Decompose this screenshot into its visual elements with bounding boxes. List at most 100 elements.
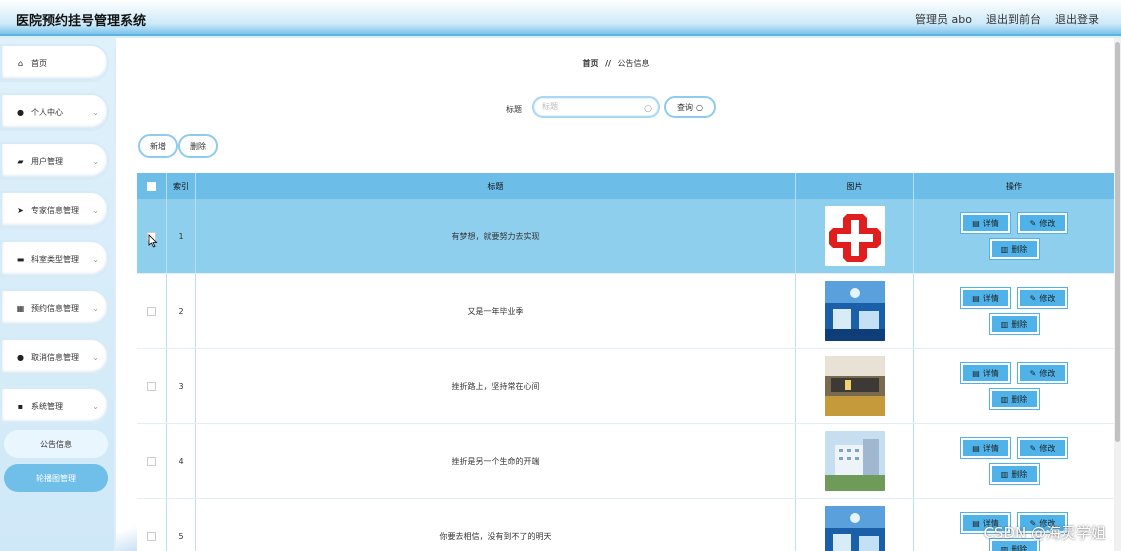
table-row[interactable]: 3 挫折路上，坚持常在心间 ▤ 详情 ✎ 修改 ▥ 删除	[137, 349, 1114, 424]
sidebar-item-label: 系统管理	[31, 401, 63, 411]
edit-button[interactable]: ✎ 修改	[1017, 212, 1068, 234]
trash-icon: ▥	[1000, 469, 1009, 479]
delete-button[interactable]: ▥ 删除	[988, 313, 1040, 335]
logout-link[interactable]: 退出登录	[1055, 11, 1099, 27]
scrollbar-thumb[interactable]	[1115, 42, 1120, 442]
row-image-cell	[796, 499, 914, 551]
row-operations: ▤ 详情 ✎ 修改 ▥ 删除	[914, 424, 1114, 498]
row-image-cell	[796, 424, 914, 498]
table-row[interactable]: 2 又是一年毕业季 ▤ 详情 ✎ 修改 ▥ 删除	[137, 274, 1114, 349]
edit-button-label: 修改	[1039, 293, 1056, 303]
edit-button[interactable]: ✎ 修改	[1017, 437, 1068, 459]
row-checkbox[interactable]	[147, 456, 156, 466]
delete-button-label: 删除	[1011, 394, 1028, 404]
sidebar-item-home[interactable]: ⌂ 首页	[0, 44, 109, 82]
breadcrumb-separator: //	[605, 59, 611, 68]
exit-to-frontend-link[interactable]: 退出到前台	[986, 11, 1041, 27]
batch-delete-button[interactable]: 删除	[178, 134, 218, 158]
table-row[interactable]: 1 有梦想，就要努力去实现 ▤ 详情 ✎ 修改 ▥ 删除	[137, 199, 1114, 274]
search-placeholder: 标题	[542, 102, 558, 111]
sidebar-item-system-management[interactable]: ▪ 系统管理 ⌄	[0, 387, 109, 425]
trash-icon: ▥	[1000, 319, 1009, 329]
detail-button-label: 详情	[982, 293, 999, 303]
sidebar-item-department-types[interactable]: ▬ 科室类型管理 ⌄	[0, 240, 109, 278]
sidebar-subitem-carousel[interactable]: 轮播图管理	[4, 464, 108, 492]
row-operations: ▤ 详情 ✎ 修改 ▥ 删除	[914, 199, 1114, 273]
sidebar-item-user-management[interactable]: ▰ 用户管理 ⌄	[0, 142, 109, 180]
announcement-thumbnail	[824, 431, 885, 491]
document-icon: ▤	[972, 518, 980, 528]
delete-button-label: 删除	[1011, 469, 1028, 479]
edit-button-label: 修改	[1039, 443, 1056, 453]
row-checkbox-cell	[137, 274, 167, 348]
row-title: 有梦想，就要努力去实现	[196, 199, 796, 273]
detail-button[interactable]: ▤ 详情	[960, 212, 1011, 234]
delete-button[interactable]: ▥ 删除	[988, 238, 1040, 260]
document-icon: ▤	[972, 218, 980, 228]
header-operations: 操作	[1006, 181, 1022, 191]
query-button-label: 查询	[677, 102, 693, 112]
delete-button[interactable]: ▥ 删除	[988, 463, 1040, 485]
pin-icon: ●	[17, 352, 24, 362]
detail-button[interactable]: ▤ 详情	[960, 437, 1011, 459]
row-title: 又是一年毕业季	[196, 274, 796, 348]
search-input[interactable]: 标题 ○	[532, 96, 660, 118]
grid-icon: ▦	[16, 303, 25, 313]
scrollbar[interactable]	[1114, 38, 1121, 551]
sidebar-item-expert-info[interactable]: ➤ 专家信息管理 ⌄	[0, 191, 109, 229]
send-icon: ➤	[17, 205, 24, 215]
row-checkbox-cell	[137, 349, 167, 423]
announcement-thumbnail	[824, 356, 885, 416]
watermark: CSDN @海灵学姐	[983, 524, 1106, 542]
sidebar-item-label: 用户管理	[31, 156, 63, 166]
mouse-cursor-icon	[148, 234, 158, 248]
header-image: 图片	[796, 173, 914, 199]
pencil-icon: ✎	[1029, 443, 1037, 453]
sidebar-item-label: 预约信息管理	[31, 303, 79, 313]
announcement-table: 索引 标题 图片 操作 1 有梦想，就要努力去实现 ▤ 详情 ✎ 修改 ▥ 删除 2 …	[137, 173, 1114, 551]
sidebar-subitem-announcements[interactable]: 公告信息	[4, 430, 108, 458]
announcement-thumbnail	[824, 206, 885, 266]
select-all-checkbox[interactable]	[147, 181, 156, 191]
chevron-down-icon: ⌄	[92, 255, 99, 264]
table-body: 1 有梦想，就要努力去实现 ▤ 详情 ✎ 修改 ▥ 删除 2 又是一年毕业季 ▤ 详情 …	[137, 199, 1114, 551]
row-checkbox[interactable]	[147, 531, 156, 541]
sidebar-item-label: 首页	[31, 58, 47, 68]
chevron-down-icon: ⌄	[92, 206, 99, 215]
breadcrumb-home[interactable]: 首页	[583, 59, 599, 68]
search-icon: ○	[696, 102, 703, 112]
row-image-cell	[796, 199, 914, 273]
document-icon: ▤	[972, 368, 980, 378]
sidebar-item-cancel-info[interactable]: ● 取消信息管理 ⌄	[0, 338, 109, 376]
edit-button-label: 修改	[1039, 368, 1056, 378]
admin-label: 管理员 abo	[915, 13, 972, 26]
trash-icon: ▥	[1000, 544, 1009, 551]
edit-button[interactable]: ✎ 修改	[1017, 287, 1068, 309]
row-title: 你要去相信，没有到不了的明天	[196, 499, 796, 551]
table-row[interactable]: 5 你要去相信，没有到不了的明天 ▤ 详情 ✎ 修改 ▥ 删除	[137, 499, 1114, 551]
detail-button[interactable]: ▤ 详情	[960, 362, 1011, 384]
header-title: 标题	[196, 173, 796, 199]
pencil-icon: ✎	[1029, 293, 1037, 303]
breadcrumb-current: 公告信息	[617, 59, 650, 68]
detail-button[interactable]: ▤ 详情	[960, 287, 1011, 309]
delete-button-label: 删除	[1011, 244, 1028, 254]
sidebar-item-appointment-info[interactable]: ▦ 预约信息管理 ⌄	[0, 289, 109, 327]
add-button[interactable]: 新增	[138, 134, 178, 158]
announcement-thumbnail	[824, 506, 885, 551]
delete-button[interactable]: ▥ 删除	[988, 388, 1040, 410]
detail-button-label: 详情	[982, 218, 999, 228]
row-checkbox-cell	[137, 424, 167, 498]
query-button[interactable]: 查询 ○	[664, 96, 716, 118]
search-label: 标题	[506, 105, 522, 114]
row-checkbox[interactable]	[147, 381, 156, 391]
chevron-down-icon: ⌄	[92, 353, 99, 362]
trash-icon: ▥	[1000, 244, 1009, 254]
row-checkbox[interactable]	[147, 306, 156, 316]
sidebar-item-personal-center[interactable]: ● 个人中心 ⌄	[0, 93, 109, 131]
breadcrumb: 首页 // 公告信息	[116, 58, 1114, 69]
table-row[interactable]: 4 挫折是另一个生命的开端 ▤ 详情 ✎ 修改 ▥ 删除	[137, 424, 1114, 499]
row-index: 3	[167, 349, 196, 423]
edit-button[interactable]: ✎ 修改	[1017, 362, 1068, 384]
select-all-cell	[137, 173, 167, 199]
